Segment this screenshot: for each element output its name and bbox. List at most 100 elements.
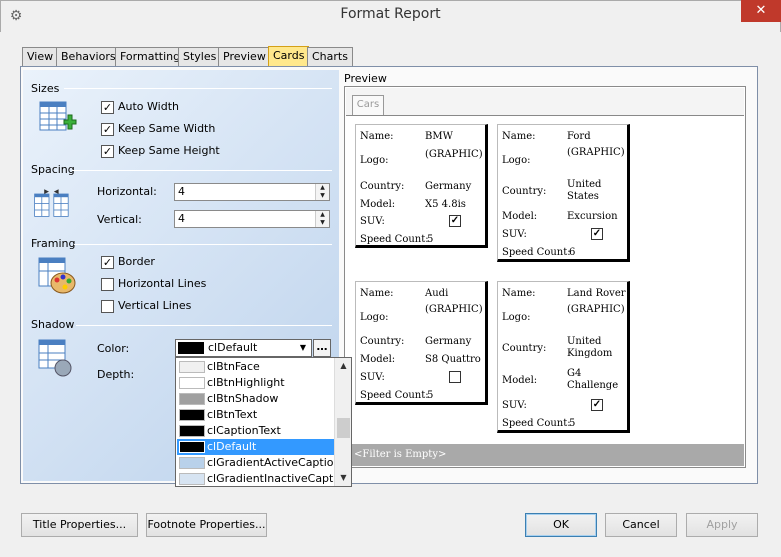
tab-charts[interactable]: Charts bbox=[307, 47, 353, 67]
keep-same-height-checkbox[interactable]: ✓ Keep Same Height bbox=[101, 144, 220, 158]
auto-width-checkbox[interactable]: ✓ Auto Width bbox=[101, 100, 179, 114]
suv-checkbox bbox=[449, 371, 461, 383]
dropdown-item-label: clBtnText bbox=[207, 408, 258, 421]
dropdown-item[interactable]: clBtnText bbox=[177, 407, 334, 423]
scroll-down-icon[interactable]: ▼ bbox=[335, 470, 352, 486]
card-field-label: SUV: bbox=[360, 216, 385, 227]
color-swatch bbox=[179, 473, 205, 485]
close-button[interactable]: ✕ bbox=[741, 0, 781, 22]
dropdown-item[interactable]: clCaptionText bbox=[177, 423, 334, 439]
title-properties-button[interactable]: Title Properties... bbox=[21, 513, 138, 537]
spacing-section-label: Spacing bbox=[31, 163, 75, 176]
tab-cards[interactable]: Cards bbox=[268, 46, 310, 68]
card-model-value: G4 Challenge bbox=[567, 368, 619, 391]
border-checkbox[interactable]: ✓ Border bbox=[101, 255, 155, 269]
keep-same-width-label: Keep Same Width bbox=[118, 122, 216, 135]
checkbox-box[interactable] bbox=[101, 299, 114, 313]
shadow-color-value: clDefault bbox=[208, 341, 258, 354]
framing-section-label: Framing bbox=[31, 237, 76, 250]
spin-arrows-icon[interactable]: ▲ ▼ bbox=[315, 184, 329, 200]
dropdown-item-label: clGradientActiveCaption bbox=[207, 456, 341, 469]
horizontal-label: Horizontal: bbox=[97, 185, 157, 198]
card-field-label: Logo: bbox=[360, 312, 389, 323]
suv-checkbox: ✓ bbox=[449, 215, 461, 227]
dropdown-item-label: clGradientInactiveCaption bbox=[207, 472, 351, 485]
sizes-section-label: Sizes bbox=[31, 82, 60, 95]
suv-checkbox: ✓ bbox=[591, 399, 603, 411]
chevron-down-icon[interactable]: ▼ bbox=[297, 340, 309, 356]
card-logo-value: (GRAPHIC) bbox=[567, 304, 625, 315]
color-swatch bbox=[179, 361, 205, 373]
card-field-label: Logo: bbox=[502, 155, 531, 166]
horizontal-lines-checkbox[interactable]: Horizontal Lines bbox=[101, 277, 206, 291]
color-picker-button[interactable]: … bbox=[313, 339, 331, 357]
filter-status-bar: <Filter is Empty> bbox=[348, 444, 744, 466]
tab-formatting[interactable]: Formatting bbox=[115, 47, 186, 67]
scroll-thumb[interactable] bbox=[337, 418, 350, 438]
dropdown-scrollbar[interactable]: ▲ ▼ bbox=[334, 358, 351, 486]
dropdown-item-selected[interactable]: clDefault bbox=[177, 439, 334, 455]
footnote-properties-button[interactable]: Footnote Properties... bbox=[146, 513, 267, 537]
ok-button[interactable]: OK bbox=[525, 513, 597, 537]
horizontal-spin-input[interactable]: 4 ▲ ▼ bbox=[174, 183, 330, 201]
card-name-value: Audi bbox=[425, 288, 449, 299]
apply-button[interactable]: Apply bbox=[686, 513, 758, 537]
scroll-up-icon[interactable]: ▲ bbox=[335, 358, 352, 374]
card-field-label: Name: bbox=[360, 288, 394, 299]
vertical-label: Vertical: bbox=[97, 213, 142, 226]
spacing-divider bbox=[72, 170, 332, 171]
card-logo-value: (GRAPHIC) bbox=[425, 304, 483, 315]
dropdown-item-label: clBtnHighlight bbox=[207, 376, 285, 389]
checkbox-box[interactable]: ✓ bbox=[101, 100, 114, 114]
card-name-value: Ford bbox=[567, 131, 591, 142]
card-country-value: Germany bbox=[425, 336, 472, 347]
card-audi: Name: Audi Logo: (GRAPHIC) Country: Germ… bbox=[355, 281, 488, 405]
border-label: Border bbox=[118, 255, 155, 268]
dropdown-item[interactable]: clBtnShadow bbox=[177, 391, 334, 407]
vertical-value: 4 bbox=[178, 212, 185, 225]
keep-same-height-label: Keep Same Height bbox=[118, 144, 220, 157]
card-model-value: S8 Quattro bbox=[425, 354, 481, 365]
tab-preview[interactable]: Preview bbox=[218, 47, 271, 67]
dropdown-item[interactable]: clGradientActiveCaption bbox=[177, 455, 340, 471]
keep-same-width-checkbox[interactable]: ✓ Keep Same Width bbox=[101, 122, 215, 136]
framing-divider bbox=[74, 244, 332, 245]
color-swatch bbox=[179, 457, 205, 469]
card-field-label: Speed Count: bbox=[360, 390, 429, 401]
card-field-label: Model: bbox=[360, 354, 396, 365]
card-field-label: SUV: bbox=[502, 229, 527, 240]
tab-behaviors[interactable]: Behaviors bbox=[56, 47, 121, 67]
dropdown-item[interactable]: clBtnFace bbox=[177, 359, 334, 375]
vertical-lines-checkbox[interactable]: Vertical Lines bbox=[101, 299, 191, 313]
horizontal-lines-label: Horizontal Lines bbox=[118, 277, 207, 290]
shadow-section-label: Shadow bbox=[31, 318, 75, 331]
dropdown-item[interactable]: clGradientInactiveCaption bbox=[177, 471, 350, 487]
suv-checkbox: ✓ bbox=[591, 228, 603, 240]
card-field-label: Country: bbox=[360, 336, 405, 347]
color-dropdown-list[interactable]: clBtnFace clBtnHighlight clBtnShadow clB… bbox=[175, 357, 352, 487]
tab-styles[interactable]: Styles bbox=[178, 47, 222, 67]
depth-label: Depth: bbox=[97, 368, 135, 381]
card-model-value: X5 4.8is bbox=[425, 199, 466, 210]
card-field-label: Name: bbox=[360, 131, 394, 142]
shadow-divider bbox=[76, 325, 332, 326]
spin-arrows-icon[interactable]: ▲ ▼ bbox=[315, 211, 329, 227]
vertical-lines-label: Vertical Lines bbox=[118, 299, 192, 312]
preview-tab-cars: Cars bbox=[352, 95, 384, 115]
card-logo-value: (GRAPHIC) bbox=[567, 147, 625, 158]
cancel-button[interactable]: Cancel bbox=[605, 513, 677, 537]
card-field-label: Model: bbox=[360, 199, 396, 210]
checkbox-box[interactable]: ✓ bbox=[101, 144, 114, 158]
dropdown-item[interactable]: clBtnHighlight bbox=[177, 375, 334, 391]
color-swatch bbox=[179, 441, 205, 453]
checkbox-box[interactable] bbox=[101, 277, 114, 291]
checkbox-box[interactable]: ✓ bbox=[101, 122, 114, 136]
shadow-color-combo[interactable]: clDefault ▼ bbox=[175, 339, 312, 357]
card-country-value: United States bbox=[567, 179, 602, 202]
card-country-value: Germany bbox=[425, 181, 472, 192]
vertical-spin-input[interactable]: 4 ▲ ▼ bbox=[174, 210, 330, 228]
tab-view[interactable]: View bbox=[22, 47, 59, 67]
card-speed-value: 5 bbox=[569, 418, 576, 429]
card-field-label: Logo: bbox=[502, 312, 531, 323]
checkbox-box[interactable]: ✓ bbox=[101, 255, 114, 269]
